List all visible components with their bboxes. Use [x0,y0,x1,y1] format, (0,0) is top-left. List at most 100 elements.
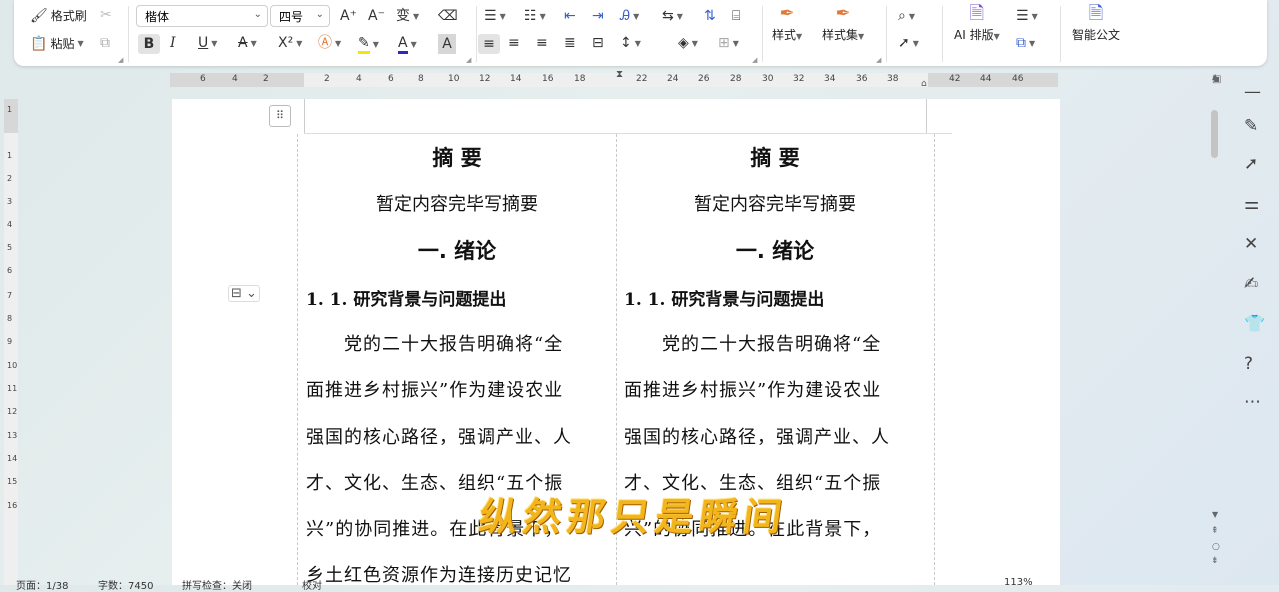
ruler-tick: 4 [356,74,362,84]
next-page-icon[interactable]: ⇟ [1211,556,1219,566]
vertical-ruler[interactable]: 1 1 2 3 4 5 6 7 8 9 10 11 12 13 14 15 16 [4,99,18,585]
borders-button[interactable]: ⊞ ▼ [718,35,739,51]
justify-button[interactable]: ≣ [564,35,576,51]
superscript-button[interactable]: X² ▼ [278,35,302,51]
change-case-button[interactable]: ⇆ ▼ [662,8,683,24]
indent-marker-icon[interactable]: ⧗ [616,69,623,80]
shading-button[interactable]: ◈ ▼ [678,35,698,51]
ruler-tick: 10 [7,361,18,370]
align-center-button[interactable]: ≡ [508,35,520,51]
show-marks-button[interactable]: ⌸ [732,8,740,24]
style-set-icon: ✒ [835,3,851,24]
previous-page-icon[interactable]: ⇞ [1211,526,1219,536]
text-direction-icon: Ꭿ [620,8,631,24]
zoom-level[interactable]: 113% [1004,577,1033,588]
pen-icon[interactable]: ✎ [1244,116,1258,136]
horizontal-ruler[interactable]: 6 4 2 2 4 6 8 10 12 14 16 18 22 24 26 28… [170,69,1058,89]
vertical-scrollbar[interactable]: ▲ ▼ ⇞ ○ ⇟ [1208,70,1222,585]
increase-indent-button[interactable]: ⇥ [592,8,604,24]
styles-button[interactable]: ✒ 样式▼ [772,5,803,43]
chevron-down-icon: ▼ [796,32,803,41]
bullets-button[interactable]: ☰ ▼ [484,8,506,24]
sort-icon: ⇅ [704,8,716,24]
ruler-tick: 14 [510,74,522,84]
ruler-tick: 13 [7,431,18,440]
text-direction-button[interactable]: Ꭿ ▼ [620,8,639,24]
scrollbar-thumb[interactable] [1211,110,1218,158]
grow-font-button[interactable]: A⁺ [340,8,357,24]
bold-button[interactable]: B [138,34,160,54]
style-set-label: 样式集 [822,28,859,42]
right-indent-marker-icon[interactable]: ⌂ [921,79,927,89]
phonetic-guide-button[interactable]: 变 ▼ [396,8,419,24]
ruler-tick: 2 [7,174,13,183]
sliders-icon[interactable]: ⚌ [1244,194,1259,214]
font-size-select[interactable]: 四号 ⌄ [270,5,330,27]
paragraph-dialog-launcher[interactable]: ◢ [752,56,757,64]
decrease-indent-button[interactable]: ⇤ [564,8,576,24]
paste-button[interactable]: 📋 粘贴 ▼ [30,35,84,52]
drag-handle-icon[interactable]: ⠿ [269,105,291,127]
abstract-placeholder: 暂定内容完毕写摘要 [694,194,856,215]
ruler-tick: 6 [200,74,206,84]
abstract-heading: 摘 要 [750,146,800,170]
line-spacing-button[interactable]: ↕ ▼ [620,35,641,51]
select-button[interactable]: ➚ ▼ [898,35,919,51]
clear-format-button[interactable]: ⌫ [438,8,458,24]
char-shading-button[interactable]: A [438,34,456,54]
text-effect-button[interactable]: Ⓐ ▼ [318,35,341,51]
arrange-icon: ⧉ [1016,35,1026,51]
shrink-font-button[interactable]: A⁻ [368,8,385,24]
clipboard-icon: 📋 [30,35,48,52]
divider [128,6,129,62]
highlight-button[interactable]: ✎ ▼ [358,35,379,54]
find-button[interactable]: ⌕ ▼ [898,8,915,24]
font-dialog-launcher[interactable]: ◢ [466,56,471,64]
font-color-button[interactable]: A ▼ [398,35,417,54]
section-heading: 1. 1. 研究背景与问题提出 [306,290,507,310]
styles-dialog-launcher[interactable]: ◢ [876,56,881,64]
sort-button[interactable]: ⇅ [704,8,716,24]
more-icon[interactable]: ⋯ [1244,392,1261,412]
text-layout-button[interactable]: ☰ ▼ [1016,8,1038,24]
body-text-line: 面推进乡村振兴”作为建设农业 [624,380,882,401]
strikethrough-button[interactable]: A ▼ [238,35,257,51]
style-set-button[interactable]: ✒ 样式集▼ [822,3,864,43]
copy-button[interactable]: ⧉ [100,35,110,51]
smart-doc-button[interactable]: 🗎 智能公文 [1072,5,1120,43]
sign-icon[interactable]: ✍ [1244,274,1258,294]
chevron-down-icon: ▼ [732,38,739,48]
align-left-button[interactable]: ≡ [478,34,500,54]
clipboard-dialog-launcher[interactable]: ◢ [118,56,123,64]
distributed-button[interactable]: ⊟ [592,35,604,51]
help-icon[interactable]: ? [1244,354,1253,374]
ai-layout-button[interactable]: 🗎 AI 排版▼ [954,5,1000,43]
outline-toggle-icon[interactable]: ⊟ ⌄ [228,285,260,302]
ruler-tick: 42 [949,74,961,84]
minimize-icon[interactable]: — [1244,82,1261,102]
browse-object-icon[interactable]: ○ [1212,542,1220,552]
eraser-icon: ⌫ [438,8,458,24]
chapter-heading: 一. 绪论 [417,239,497,263]
align-right-button[interactable]: ≡ [536,35,548,51]
italic-button[interactable]: I [170,35,176,51]
shirt-icon[interactable]: 👕 [1244,314,1265,334]
divider [1060,6,1061,62]
underline-button[interactable]: U ▼ [198,35,217,51]
arrange-button[interactable]: ⧉ ▼ [1016,35,1035,51]
ruler-tick: 15 [7,477,18,486]
numbering-button[interactable]: ☷ ▼ [524,8,546,24]
scroll-down-icon[interactable]: ▼ [1212,510,1218,519]
divider [476,6,477,62]
format-painter-button[interactable]: 🖌 格式刷 [30,7,87,24]
cut-button[interactable]: ✂ [100,7,112,23]
chevron-down-icon: ▼ [410,40,417,49]
tools-icon[interactable]: ✕ [1244,234,1258,254]
search-icon: ⌕ [898,8,906,24]
font-name-select[interactable]: 楷体 ⌄ [136,5,268,27]
align-left-icon: ≡ [483,36,495,52]
divider [886,6,887,62]
scroll-up-icon[interactable]: ▲ [1212,72,1218,81]
cursor-icon[interactable]: ➚ [1244,154,1258,174]
ruler-tick: 8 [7,314,13,323]
